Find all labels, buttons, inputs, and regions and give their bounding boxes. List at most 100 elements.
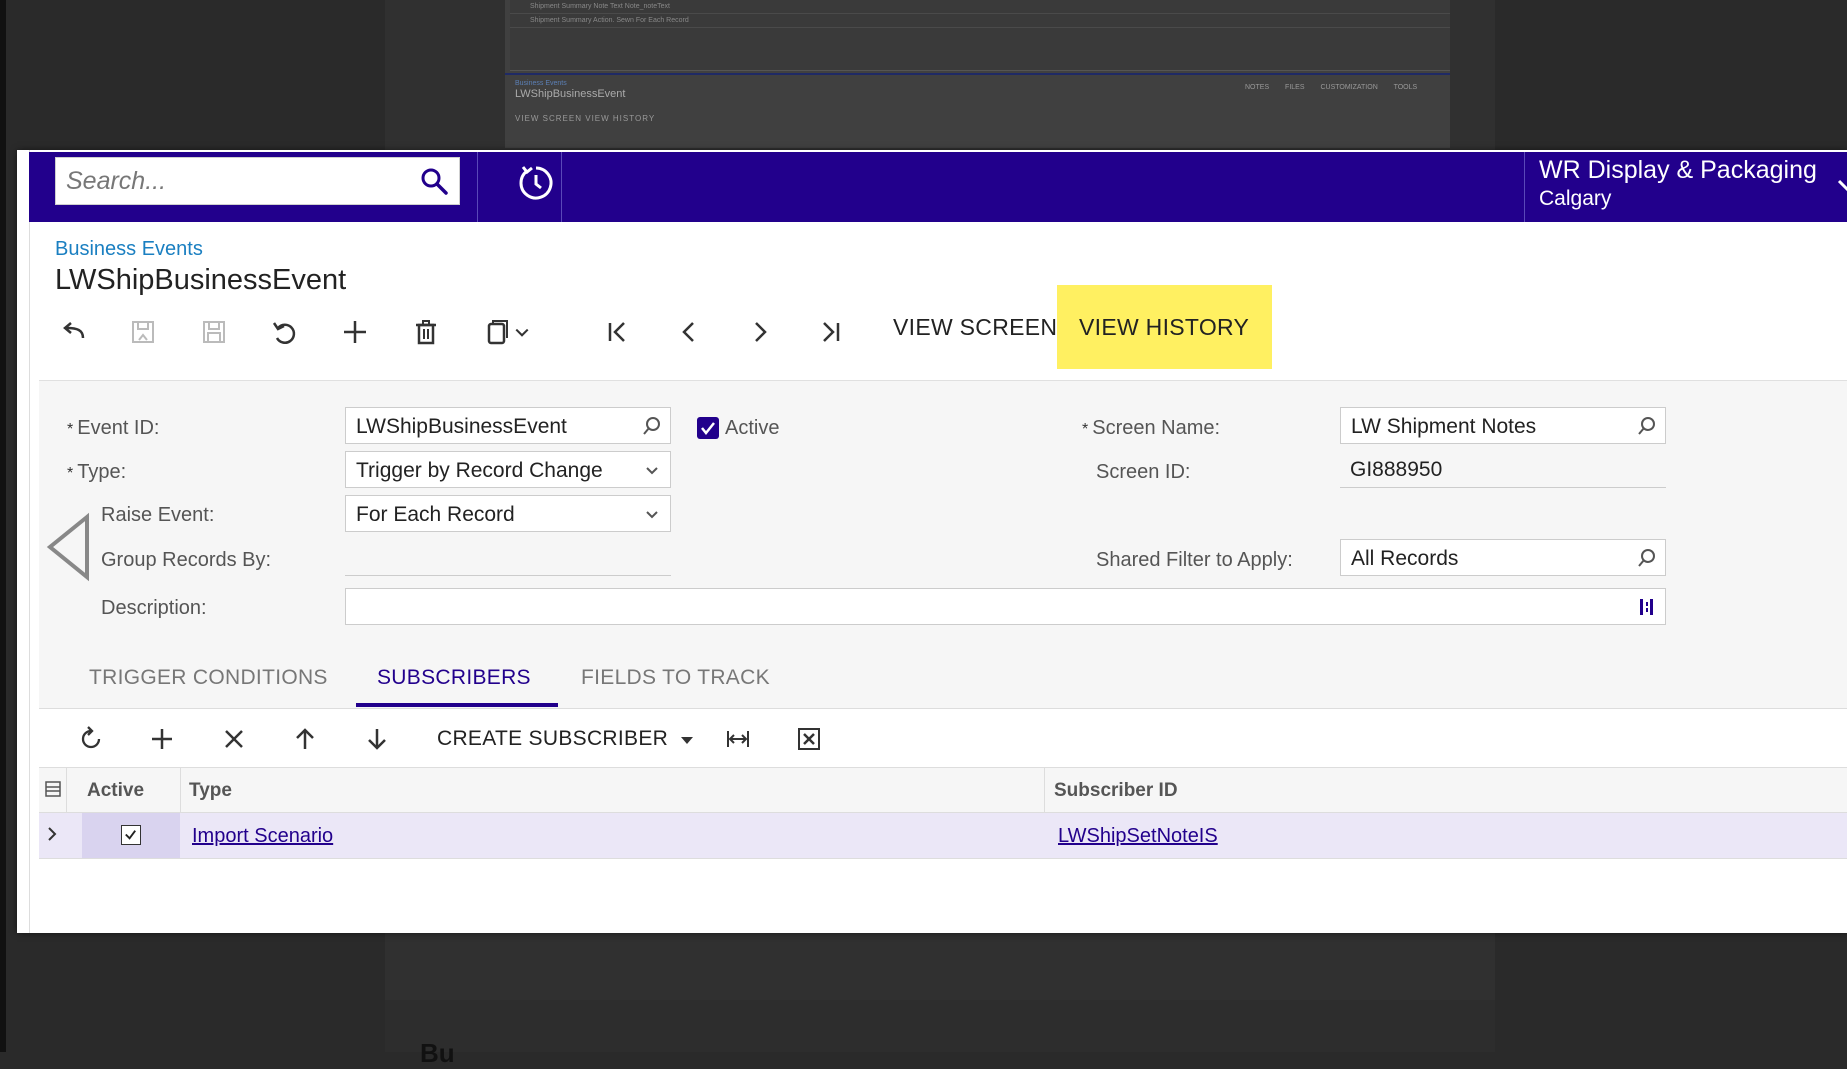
translate-icon[interactable] <box>1637 597 1657 617</box>
delete-row-icon[interactable] <box>219 724 249 754</box>
search-icon[interactable] <box>1637 548 1657 568</box>
type-label: * Type: <box>67 461 127 483</box>
group-records-label: Group Records By: <box>101 549 272 571</box>
background-toolbar: VIEW SCREEN VIEW HISTORY <box>515 114 656 123</box>
screen-id-value: GI888950 <box>1340 451 1666 488</box>
arrow-down-icon[interactable] <box>362 724 392 754</box>
previous-record-icon[interactable] <box>673 316 705 348</box>
tab-fields-to-track[interactable]: FIELDS TO TRACK <box>581 666 770 690</box>
raise-event-value: For Each Record <box>356 503 515 526</box>
active-checkbox[interactable] <box>697 417 719 439</box>
event-id-label: * Event ID: <box>67 417 160 439</box>
create-subscriber-button[interactable]: CREATE SUBSCRIBER <box>437 727 694 751</box>
shared-filter-label: Shared Filter to Apply: <box>1096 549 1293 571</box>
screen-name-value: LW Shipment Notes <box>1351 415 1537 438</box>
view-history-button[interactable]: VIEW HISTORY <box>1057 285 1272 369</box>
save-icon <box>198 316 230 348</box>
table-row[interactable]: Import Scenario LWShipSetNoteIS <box>39 813 1847 859</box>
screen-name-label: * Screen Name: <box>1082 417 1221 439</box>
arrow-up-icon[interactable] <box>290 724 320 754</box>
first-record-icon[interactable] <box>602 316 634 348</box>
active-label: Active <box>725 417 780 439</box>
column-header-subscriber-id[interactable]: Subscriber ID <box>1054 780 1178 802</box>
create-subscriber-label: CREATE SUBSCRIBER <box>437 727 669 750</box>
add-icon[interactable] <box>339 316 371 348</box>
description-label: Description: <box>101 597 207 619</box>
background-bottom-text: Bu <box>420 1038 455 1068</box>
background-tools: NOTES FILES CUSTOMIZATION TOOLS <box>1245 84 1418 91</box>
screen-name-field[interactable]: LW Shipment Notes <box>1340 407 1666 444</box>
background-bottom <box>385 1000 1495 1052</box>
export-excel-icon[interactable] <box>794 724 824 754</box>
grid-settings-icon[interactable] <box>44 780 62 803</box>
background-divider <box>505 73 1450 75</box>
type-select[interactable]: Trigger by Record Change <box>345 451 671 488</box>
company-selector[interactable]: WR Display & Packaging Calgary <box>1539 156 1817 211</box>
background-grid: Shipment Summary Note Text Note_noteText… <box>510 0 1450 71</box>
expand-row-icon[interactable] <box>44 825 60 848</box>
background-row: Shipment Summary Note Text Note_noteText <box>510 0 1450 14</box>
background-title: LWShipBusinessEvent <box>515 88 626 100</box>
tab-bar: TRIGGER CONDITIONS SUBSCRIBERS FIELDS TO… <box>39 650 1847 709</box>
clipboard-icon[interactable] <box>481 316 513 348</box>
description-field[interactable] <box>345 588 1666 625</box>
search-input[interactable] <box>56 158 408 204</box>
row-active-checkbox[interactable] <box>121 825 141 845</box>
background-row: Shipment Summary Action. Sewn For Each R… <box>510 14 1450 28</box>
column-separator <box>66 768 67 812</box>
background-edge <box>0 0 6 1052</box>
event-id-value: LWShipBusinessEvent <box>356 415 567 438</box>
top-bar: WR Display & Packaging Calgary <box>29 152 1847 222</box>
column-header-active[interactable]: Active <box>87 780 144 802</box>
event-id-field[interactable]: LWShipBusinessEvent <box>345 407 671 444</box>
collapse-panel-icon[interactable] <box>45 512 95 582</box>
column-separator <box>1044 768 1045 812</box>
tab-subscribers[interactable]: SUBSCRIBERS <box>377 666 531 690</box>
search-icon[interactable] <box>642 416 662 436</box>
save-close-icon <box>127 316 159 348</box>
page-title: LWShipBusinessEvent <box>55 264 347 296</box>
grid-header: Active Type Subscriber ID <box>39 767 1847 813</box>
add-row-icon[interactable] <box>147 724 177 754</box>
active-tab-indicator <box>356 703 558 707</box>
row-type-link[interactable]: Import Scenario <box>192 825 333 848</box>
top-bar-separator <box>561 152 562 222</box>
next-record-icon[interactable] <box>744 316 776 348</box>
view-screen-button[interactable]: VIEW SCREEN <box>871 285 1079 369</box>
caret-down-icon <box>680 727 694 751</box>
top-bar-separator <box>1524 152 1525 222</box>
last-record-icon[interactable] <box>814 316 846 348</box>
shared-filter-field[interactable]: All Records <box>1340 539 1666 576</box>
column-header-type[interactable]: Type <box>189 780 232 802</box>
tab-trigger-conditions[interactable]: TRIGGER CONDITIONS <box>89 666 328 690</box>
raise-event-label: Raise Event: <box>101 504 215 526</box>
search-box <box>55 157 460 205</box>
group-records-field[interactable] <box>345 539 671 576</box>
window-left-edge <box>17 150 30 933</box>
chevron-down-icon <box>642 460 662 480</box>
chevron-down-icon <box>642 504 662 524</box>
breadcrumb[interactable]: Business Events <box>55 238 203 261</box>
row-subscriber-id-link[interactable]: LWShipSetNoteIS <box>1058 825 1218 848</box>
search-icon[interactable] <box>419 166 449 196</box>
search-icon[interactable] <box>1637 416 1657 436</box>
type-value: Trigger by Record Change <box>356 459 603 482</box>
grid-toolbar: CREATE SUBSCRIBER <box>39 710 1847 770</box>
undo-icon[interactable] <box>268 316 300 348</box>
company-name: WR Display & Packaging <box>1539 156 1817 184</box>
screen-id-label: Screen ID: <box>1096 461 1191 483</box>
recent-history-icon[interactable] <box>515 162 557 204</box>
refresh-icon[interactable] <box>76 724 106 754</box>
delete-icon[interactable] <box>410 316 442 348</box>
chevron-down-icon[interactable] <box>511 316 533 348</box>
company-branch: Calgary <box>1539 187 1612 210</box>
top-bar-separator <box>477 152 478 222</box>
business-event-window: WR Display & Packaging Calgary Business … <box>17 150 1847 933</box>
chevron-down-icon[interactable] <box>1834 172 1847 203</box>
raise-event-select[interactable]: For Each Record <box>345 495 671 532</box>
back-icon[interactable] <box>57 316 89 348</box>
shared-filter-value: All Records <box>1351 547 1459 570</box>
fit-columns-icon[interactable] <box>723 724 753 754</box>
background-breadcrumb: Business Events <box>515 80 567 87</box>
column-separator <box>180 768 181 812</box>
